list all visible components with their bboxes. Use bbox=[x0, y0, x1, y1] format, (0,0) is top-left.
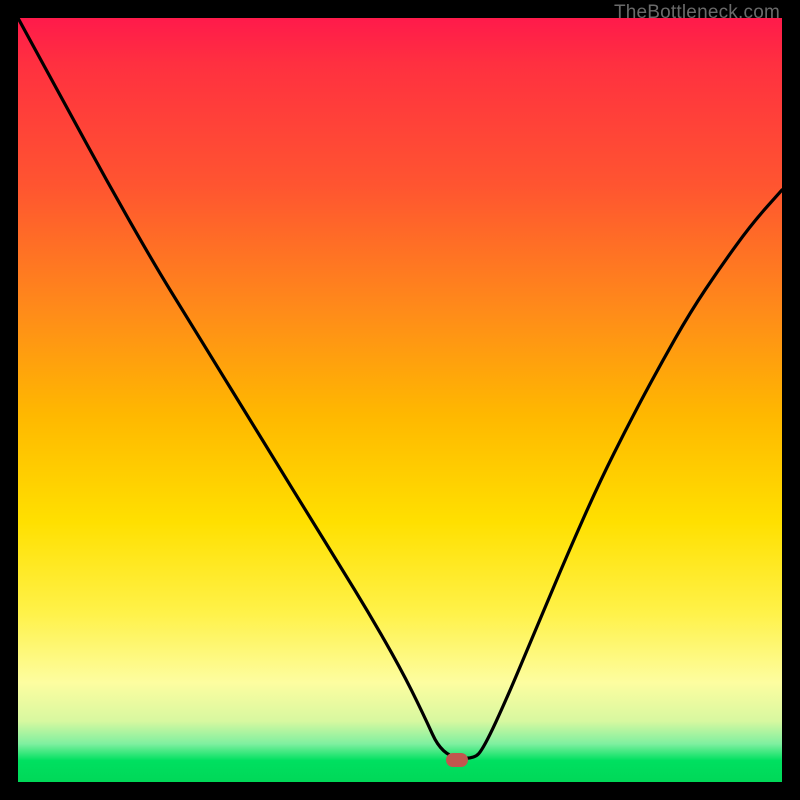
chart-frame: TheBottleneck.com bbox=[0, 0, 800, 800]
curve-svg bbox=[18, 18, 782, 782]
bottleneck-marker bbox=[446, 753, 468, 767]
plot-area bbox=[18, 18, 782, 782]
bottleneck-curve bbox=[18, 18, 782, 758]
